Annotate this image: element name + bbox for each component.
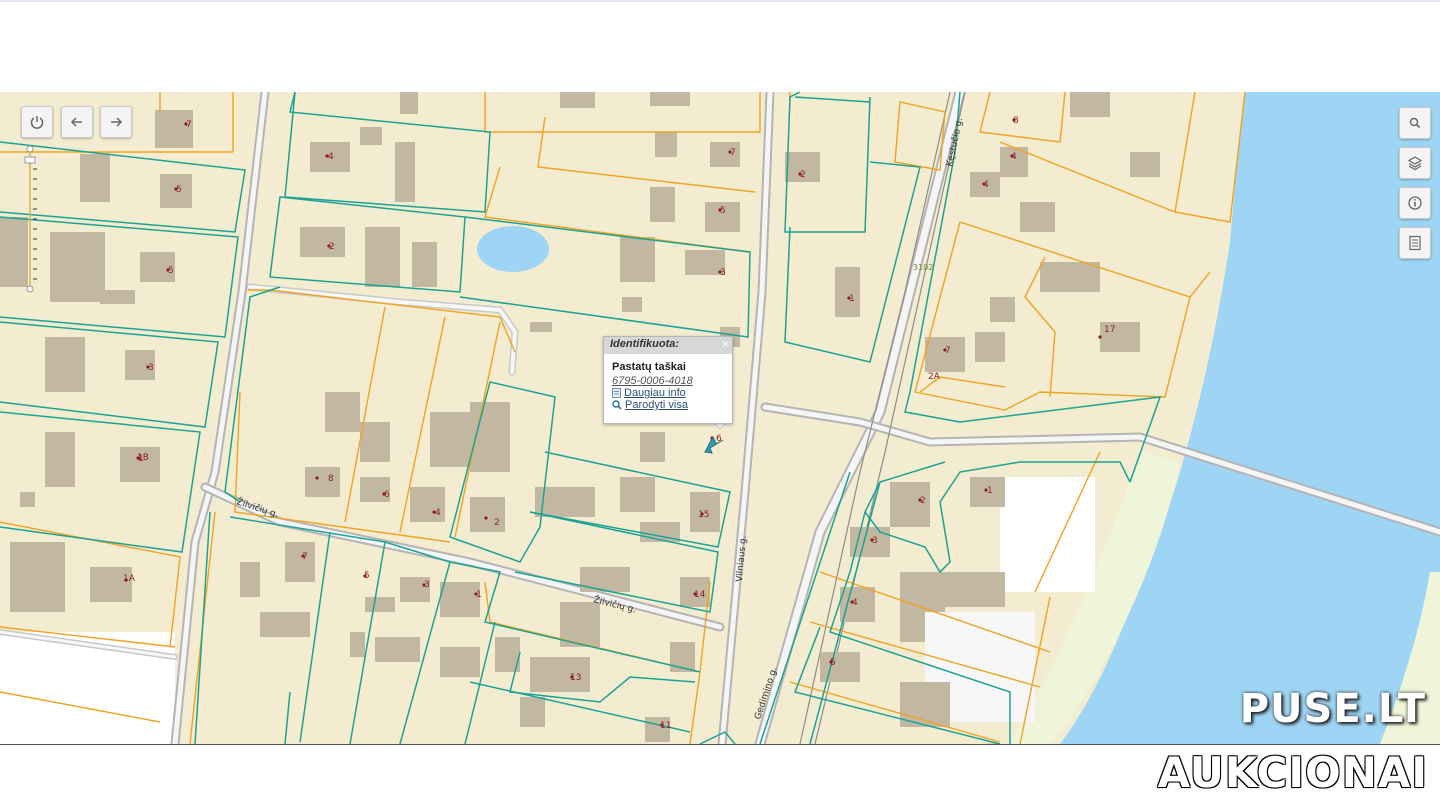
house-number: 8	[328, 474, 334, 484]
back-arrow-icon	[70, 117, 82, 127]
house-number: 15	[698, 510, 709, 520]
search-button[interactable]	[1399, 107, 1431, 139]
house-number: 8	[1013, 116, 1019, 126]
house-number: 17	[1104, 325, 1115, 335]
zoom-out-icon[interactable]	[26, 285, 34, 293]
watermark-line1: PUSE.LT	[1239, 686, 1426, 732]
house-number: 1	[987, 486, 993, 496]
top-border	[0, 0, 1440, 2]
house-number: 1	[476, 590, 482, 600]
house-number: 3	[872, 536, 878, 546]
legend-button[interactable]	[1399, 227, 1431, 259]
house-number: 1B	[137, 453, 149, 463]
house-number: 5	[168, 266, 174, 276]
house-number: 4	[435, 508, 441, 518]
popup-header: Identifikuota:	[604, 337, 732, 354]
layers-icon	[1407, 156, 1423, 171]
house-number: 5	[364, 571, 370, 581]
zoom-handle[interactable]	[24, 156, 36, 164]
popup-close-button[interactable]: ×	[722, 337, 729, 351]
power-button[interactable]	[21, 106, 53, 138]
info-button[interactable]	[1399, 187, 1431, 219]
house-number: 14	[694, 590, 706, 600]
house-number: 11	[660, 721, 671, 731]
house-number: 2A	[928, 372, 941, 382]
house-number: 5	[176, 185, 182, 195]
zoom-slider[interactable]	[22, 145, 42, 295]
house-number: 7	[302, 552, 308, 562]
river	[1060, 92, 1440, 744]
house-number: 2	[920, 496, 926, 506]
house-number: 5	[720, 206, 726, 216]
house-number: 2	[800, 170, 806, 180]
magnifier-icon	[612, 400, 622, 410]
show-all-link[interactable]: Parodyti visa	[612, 399, 732, 411]
house-number: 1	[849, 294, 855, 304]
house-number: 2	[494, 518, 500, 528]
watermark-line2: AUKCIONAI	[1157, 748, 1428, 797]
house-number: 7	[945, 346, 951, 356]
street-label-zilviciu: Žilvičių g.	[235, 495, 280, 520]
house-number: 3	[720, 268, 726, 278]
house-number: 3	[148, 363, 154, 373]
empty-area	[0, 632, 175, 744]
power-icon	[30, 116, 44, 129]
more-info-label[interactable]: Daugiau info	[624, 387, 686, 399]
pond	[477, 226, 549, 272]
document-icon	[1409, 235, 1421, 251]
popup-title: Pastatų taškai	[612, 361, 686, 373]
house-number: 4	[1011, 152, 1017, 162]
house-number: 7	[730, 148, 736, 158]
document-icon	[612, 388, 621, 398]
house-number: 3	[424, 580, 430, 590]
forward-button[interactable]	[100, 106, 132, 138]
show-all-label[interactable]: Parodyti visa	[625, 399, 688, 411]
road-number: 3102	[913, 263, 933, 272]
house-number: 5	[830, 658, 836, 668]
back-button[interactable]	[61, 106, 93, 138]
zoom-in-icon[interactable]	[26, 145, 34, 153]
identify-popup: Identifikuota: × Pastatų taškai 6795-000…	[603, 336, 733, 424]
forward-arrow-icon	[111, 117, 123, 127]
house-number: 4	[328, 152, 334, 162]
house-number: 1A	[123, 574, 136, 584]
popup-object-id[interactable]: 6795-0006-4018	[612, 375, 732, 387]
house-number: 2	[329, 242, 335, 252]
more-info-link[interactable]: Daugiau info	[612, 387, 732, 399]
layers-button[interactable]	[1399, 147, 1431, 179]
house-number: 13	[570, 673, 581, 683]
house-number: 4	[852, 598, 858, 608]
search-icon	[1409, 117, 1421, 129]
house-number: 7	[186, 120, 192, 130]
house-number: 4	[983, 180, 989, 190]
house-number: 6	[384, 490, 390, 500]
info-icon	[1408, 196, 1422, 210]
